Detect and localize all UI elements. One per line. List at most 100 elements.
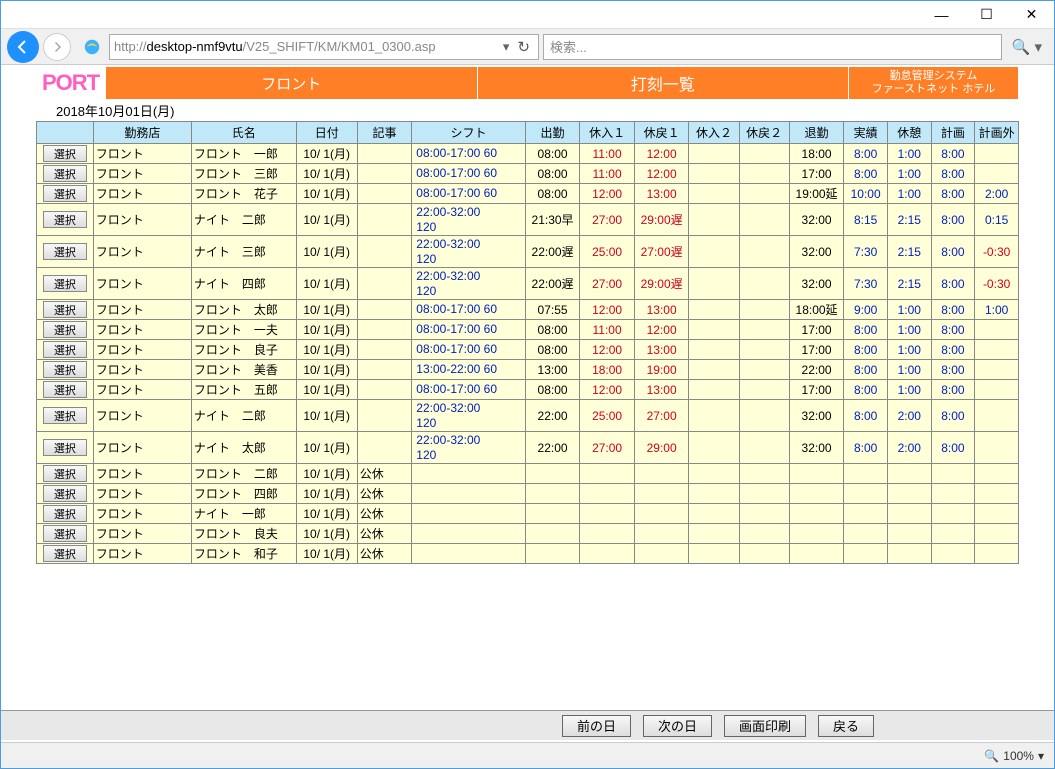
cell: フロント xyxy=(93,400,191,432)
print-button[interactable]: 画面印刷 xyxy=(724,715,806,737)
cell xyxy=(931,464,975,484)
cell: 18:00 xyxy=(789,144,844,164)
shift-cell: 22:00-32:00120 xyxy=(412,268,525,300)
page-content: PORT フロント 打刻一覧 勤怠管理システムファーストネット ホテル 2018… xyxy=(1,65,1054,768)
shift-cell xyxy=(412,524,525,544)
cell xyxy=(357,144,412,164)
refresh-icon[interactable]: ↻ xyxy=(513,38,534,56)
cell: フロント 花子 xyxy=(191,184,296,204)
cell: 17:00 xyxy=(789,380,844,400)
cell: フロント xyxy=(93,320,191,340)
cell: 7:30 xyxy=(844,236,888,268)
select-button[interactable]: 選択 xyxy=(43,525,87,542)
table-row: 選択フロントフロント 花子10/ 1(月)08:00-17:00 6008:00… xyxy=(37,184,1019,204)
cell: 08:00 xyxy=(525,164,580,184)
cell xyxy=(580,484,635,504)
back-button[interactable]: 戻る xyxy=(818,715,874,737)
url-path: /V25_SHIFT/KM/KM01_0300.asp xyxy=(243,39,436,54)
select-button[interactable]: 選択 xyxy=(43,321,87,338)
window-minimize-button[interactable]: — xyxy=(919,1,964,28)
column-header: 出勤 xyxy=(525,122,580,144)
cell: 12:00 xyxy=(634,164,689,184)
cell: フロント xyxy=(93,144,191,164)
select-button[interactable]: 選択 xyxy=(43,361,87,378)
cell: 10/ 1(月) xyxy=(296,504,357,524)
cell: 13:00 xyxy=(634,300,689,320)
nav-forward-button[interactable] xyxy=(43,33,71,61)
select-button[interactable]: 選択 xyxy=(43,341,87,358)
select-button[interactable]: 選択 xyxy=(43,381,87,398)
cell: 27:00遅 xyxy=(634,236,689,268)
select-button[interactable]: 選択 xyxy=(43,243,87,260)
cell: 10/ 1(月) xyxy=(296,432,357,464)
cell xyxy=(689,184,739,204)
select-button[interactable]: 選択 xyxy=(43,545,87,562)
next-day-button[interactable]: 次の日 xyxy=(643,715,712,737)
cell xyxy=(844,524,888,544)
select-button[interactable]: 選択 xyxy=(43,505,87,522)
cell: 2:15 xyxy=(887,268,931,300)
select-button[interactable]: 選択 xyxy=(43,301,87,318)
url-dropdown-icon[interactable]: ▾ xyxy=(499,39,514,55)
window-close-button[interactable]: ✕ xyxy=(1009,1,1054,28)
table-row: 選択フロントナイト 二郎10/ 1(月)22:00-32:0012021:30早… xyxy=(37,204,1019,236)
cell: 08:00 xyxy=(525,184,580,204)
shift-cell: 22:00-32:00120 xyxy=(412,400,525,432)
banner-section-2: 打刻一覧 xyxy=(478,67,850,99)
cell xyxy=(789,544,844,564)
select-button[interactable]: 選択 xyxy=(43,465,87,482)
cell: 13:00 xyxy=(525,360,580,380)
cell: 10/ 1(月) xyxy=(296,360,357,380)
cell: フロント xyxy=(93,236,191,268)
cell xyxy=(789,484,844,504)
cell: 1:00 xyxy=(887,340,931,360)
search-icon[interactable]: 🔍 ▾ xyxy=(1006,38,1048,56)
cell: 17:00 xyxy=(789,320,844,340)
cell: 10/ 1(月) xyxy=(296,340,357,360)
cell xyxy=(975,380,1019,400)
cell: 10/ 1(月) xyxy=(296,144,357,164)
url-input[interactable]: http://desktop-nmf9vtu/V25_SHIFT/KM/KM01… xyxy=(109,34,539,60)
cell: 1:00 xyxy=(887,300,931,320)
select-button[interactable]: 選択 xyxy=(43,485,87,502)
table-row: 選択フロントフロント 良子10/ 1(月)08:00-17:00 6008:00… xyxy=(37,340,1019,360)
cell xyxy=(357,432,412,464)
cell xyxy=(975,432,1019,464)
url-scheme: http:// xyxy=(114,39,147,54)
select-button[interactable]: 選択 xyxy=(43,407,87,424)
banner-section-3: 勤怠管理システムファーストネット ホテル xyxy=(849,67,1019,99)
nav-back-button[interactable] xyxy=(7,31,39,63)
cell xyxy=(739,360,789,380)
cell: 8:00 xyxy=(844,144,888,164)
search-input[interactable]: 検索... xyxy=(543,34,1002,60)
cell: 8:15 xyxy=(844,204,888,236)
zoom-icon[interactable]: 🔍 xyxy=(984,749,999,763)
cell xyxy=(887,484,931,504)
cell: ナイト 太郎 xyxy=(191,432,296,464)
cell xyxy=(357,360,412,380)
cell: 32:00 xyxy=(789,268,844,300)
cell: 8:00 xyxy=(931,184,975,204)
select-button[interactable]: 選択 xyxy=(43,165,87,182)
cell: 32:00 xyxy=(789,400,844,432)
cell xyxy=(689,524,739,544)
cell: 22:00遅 xyxy=(525,236,580,268)
cell xyxy=(931,544,975,564)
cell xyxy=(844,464,888,484)
cell xyxy=(975,504,1019,524)
select-button[interactable]: 選択 xyxy=(43,145,87,162)
window-maximize-button[interactable]: ☐ xyxy=(964,1,1009,28)
column-header: 休憩 xyxy=(887,122,931,144)
cell: フロント 一夫 xyxy=(191,320,296,340)
select-button[interactable]: 選択 xyxy=(43,211,87,228)
cell xyxy=(357,204,412,236)
column-header: 休戻１ xyxy=(634,122,689,144)
prev-day-button[interactable]: 前の日 xyxy=(562,715,631,737)
select-button[interactable]: 選択 xyxy=(43,275,87,292)
cell xyxy=(739,544,789,564)
cell xyxy=(975,144,1019,164)
select-button[interactable]: 選択 xyxy=(43,439,87,456)
zoom-dropdown-icon[interactable]: ▾ xyxy=(1038,749,1044,763)
select-button[interactable]: 選択 xyxy=(43,185,87,202)
cell: フロント 良子 xyxy=(191,340,296,360)
